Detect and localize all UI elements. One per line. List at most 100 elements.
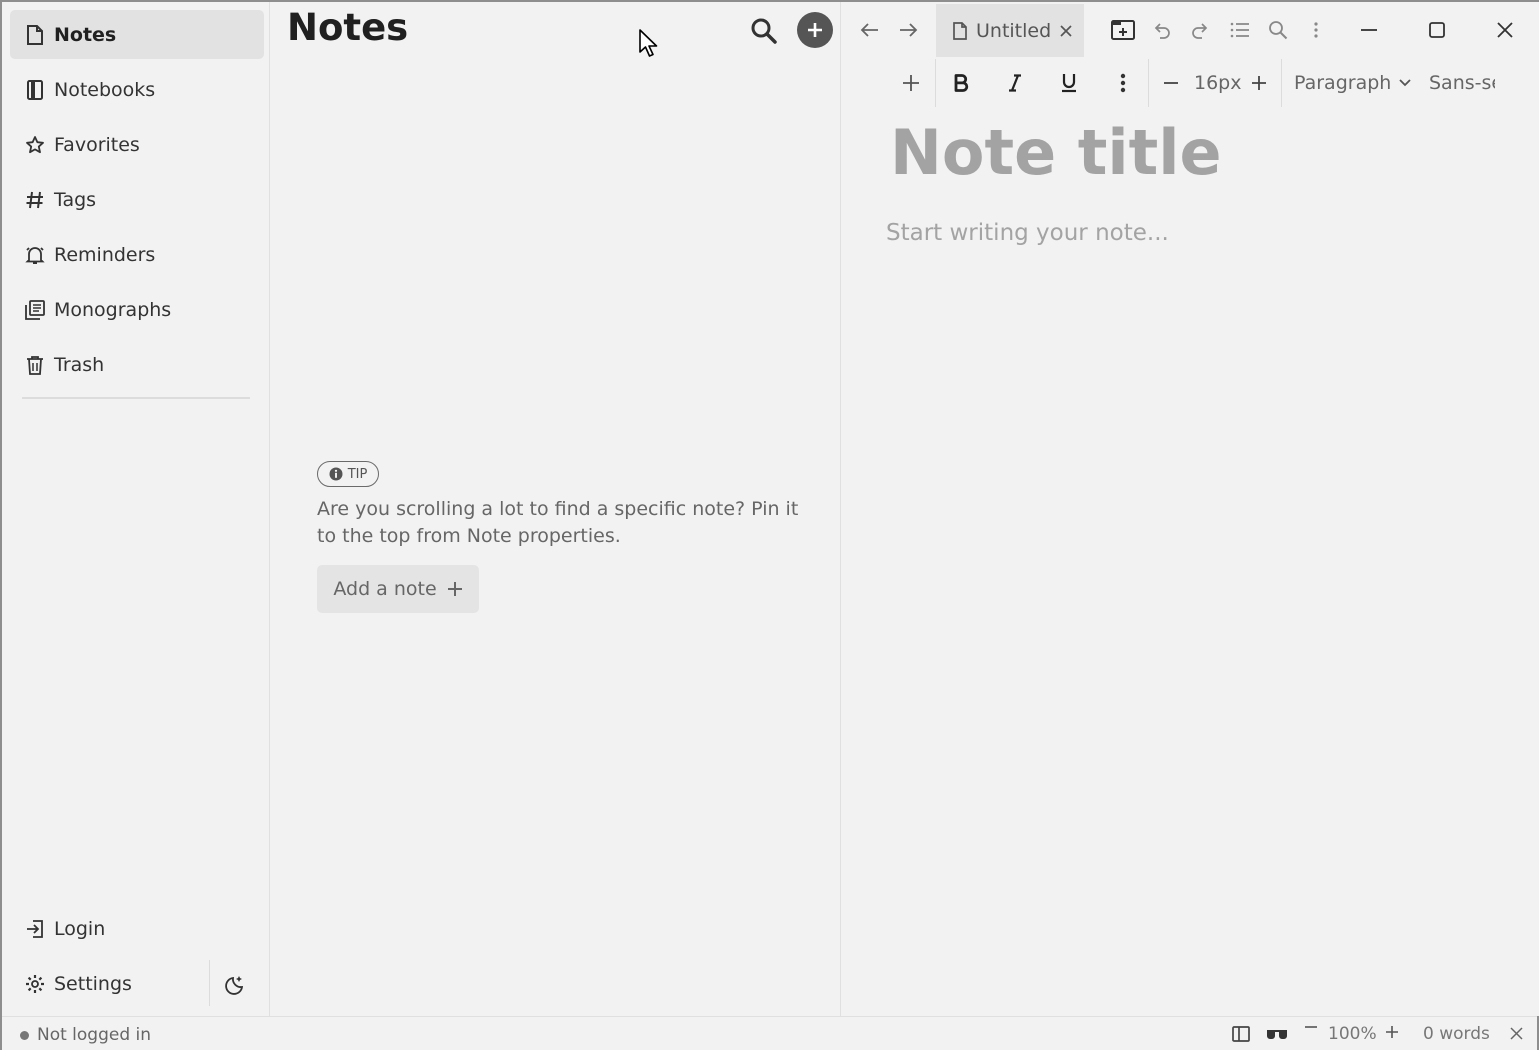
sidebar-item-trash[interactable]: Trash <box>10 340 264 389</box>
new-note-button[interactable] <box>797 12 833 48</box>
toggle-sidebar-button[interactable] <box>1232 1026 1250 1042</box>
sidebar-divider <box>22 397 250 399</box>
block-type-value: Paragraph <box>1294 72 1392 94</box>
sidebar-item-tags[interactable]: Tags <box>10 175 264 224</box>
zoom-out-button[interactable] <box>1304 1025 1318 1029</box>
redo-button[interactable] <box>1186 16 1214 44</box>
notebook-icon <box>24 79 46 101</box>
tip-badge: TIP <box>317 461 379 487</box>
note-icon <box>952 21 968 40</box>
tab-title: Untitled <box>976 19 1052 42</box>
toolbar-separator <box>1281 59 1282 107</box>
info-icon <box>329 467 343 481</box>
sidebar-item-label: Trash <box>54 353 105 376</box>
note-body-input[interactable]: Start writing your note... <box>886 220 1169 246</box>
mouse-cursor-icon <box>638 28 660 58</box>
maximize-icon <box>1428 21 1446 39</box>
sidebar: Notes Notebooks Favorites Tags Reminders… <box>2 2 270 1016</box>
undo-icon <box>1152 20 1172 40</box>
plus-icon <box>805 20 825 40</box>
toolbar-separator <box>1148 59 1149 107</box>
decrease-font-size-button[interactable] <box>1158 70 1184 96</box>
close-window-button[interactable] <box>1488 16 1522 44</box>
more-vertical-icon <box>1120 73 1126 93</box>
block-type-select[interactable]: Paragraph <box>1294 72 1411 94</box>
moon-icon <box>225 973 247 995</box>
underline-button[interactable] <box>1056 70 1082 96</box>
zoom-level: 100% <box>1328 1024 1377 1044</box>
close-status-button[interactable] <box>1510 1027 1523 1040</box>
focus-mode-button[interactable] <box>1266 1027 1288 1039</box>
close-icon <box>1510 1027 1523 1040</box>
word-count: 0 words <box>1423 1024 1490 1044</box>
login-button[interactable]: Login <box>10 904 190 953</box>
sidebar-item-label: Favorites <box>54 133 140 156</box>
sidebar-item-notes[interactable]: Notes <box>10 10 264 59</box>
arrow-left-icon <box>860 22 880 38</box>
bold-icon <box>953 74 969 92</box>
font-family-select[interactable]: Sans-serif <box>1429 72 1495 94</box>
minimize-icon <box>1360 28 1378 32</box>
sidebar-item-favorites[interactable]: Favorites <box>10 120 264 169</box>
increase-font-size-button[interactable] <box>1246 70 1272 96</box>
new-tab-icon <box>1111 20 1135 40</box>
search-button[interactable] <box>747 14 781 48</box>
status-dot-icon <box>20 1030 29 1040</box>
close-tab-icon[interactable] <box>1059 24 1073 38</box>
search-icon <box>1268 20 1288 40</box>
italic-icon <box>1007 74 1023 92</box>
plus-icon <box>1385 1025 1399 1039</box>
font-size-value[interactable]: 16px <box>1194 72 1241 94</box>
table-of-contents-button[interactable] <box>1226 16 1254 44</box>
list-icon <box>1230 21 1250 39</box>
hash-icon <box>24 189 46 211</box>
find-button[interactable] <box>1264 16 1292 44</box>
sidebar-item-label: Monographs <box>54 298 172 321</box>
sidebar-item-monographs[interactable]: Monographs <box>10 285 264 334</box>
minus-icon <box>1304 1025 1318 1029</box>
maximize-button[interactable] <box>1420 16 1454 44</box>
settings-button[interactable]: Settings <box>10 959 190 1008</box>
page-title: Notes <box>287 6 409 49</box>
login-label: Login <box>54 917 106 940</box>
more-formatting-button[interactable] <box>1112 70 1134 96</box>
theme-separator <box>209 960 210 1006</box>
redo-icon <box>1190 20 1210 40</box>
tip-label: TIP <box>347 466 368 482</box>
star-icon <box>24 134 46 156</box>
back-button[interactable] <box>856 16 884 44</box>
trash-icon <box>24 354 46 376</box>
sidebar-item-label: Notebooks <box>54 78 156 101</box>
note-title-input[interactable]: Note title <box>890 116 1222 189</box>
sidebar-item-notebooks[interactable]: Notebooks <box>10 65 264 114</box>
notes-list-panel: Notes TIP Are you scrolling a lot to fin… <box>271 2 841 1016</box>
more-options-button[interactable] <box>1304 16 1328 44</box>
close-icon <box>1496 21 1514 39</box>
minimize-button[interactable] <box>1352 16 1386 44</box>
zoom-in-button[interactable] <box>1385 1025 1399 1039</box>
login-icon <box>24 918 46 940</box>
bold-button[interactable] <box>948 70 974 96</box>
login-status[interactable]: Not logged in <box>20 1025 151 1045</box>
italic-button[interactable] <box>1002 70 1028 96</box>
theme-toggle-button[interactable] <box>222 970 250 998</box>
insert-block-button[interactable] <box>898 70 924 96</box>
sidebar-item-reminders[interactable]: Reminders <box>10 230 264 279</box>
undo-button[interactable] <box>1148 16 1176 44</box>
forward-button[interactable] <box>894 16 922 44</box>
tip-text: Are you scrolling a lot to find a specif… <box>317 498 799 547</box>
note-icon <box>24 24 46 46</box>
plus-icon <box>447 581 463 597</box>
add-note-button[interactable]: Add a note <box>317 565 479 613</box>
sidebar-item-label: Notes <box>54 23 117 46</box>
chevron-down-icon <box>1399 79 1411 87</box>
plus-icon <box>1251 75 1267 91</box>
more-vertical-icon <box>1313 21 1319 39</box>
glasses-icon <box>1266 1027 1288 1039</box>
gear-icon <box>24 973 46 995</box>
sidebar-item-label: Reminders <box>54 243 156 266</box>
login-status-text: Not logged in <box>37 1025 152 1045</box>
editor-panel: Untitled 16px Paragraph Sans-s Note titl… <box>842 2 1539 1016</box>
tab-untitled[interactable]: Untitled <box>936 4 1084 57</box>
new-tab-button[interactable] <box>1108 16 1138 44</box>
